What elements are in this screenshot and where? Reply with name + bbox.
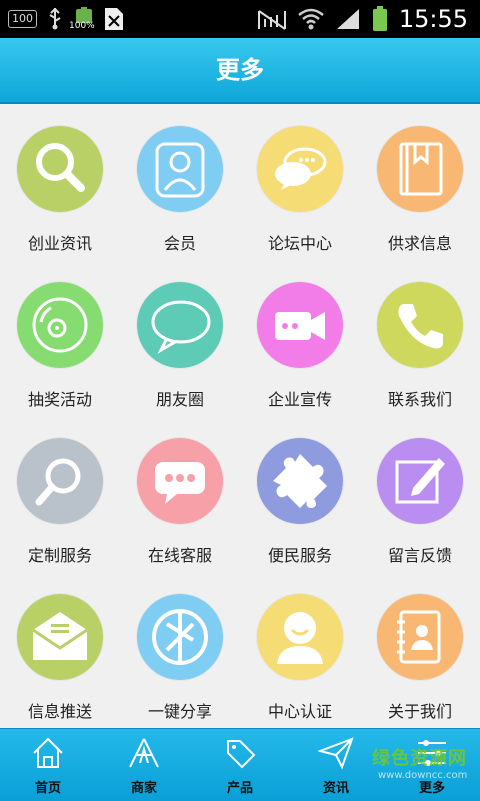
grid-item-circle: [257, 282, 343, 368]
sim-icon: [105, 8, 123, 30]
chat-icon: [275, 147, 327, 190]
puzzle-icon: [273, 454, 327, 508]
grid-item-startup-news[interactable]: 创业资讯: [0, 104, 120, 260]
grid-item-promotion[interactable]: 企业宣传: [240, 260, 360, 416]
grid-item-label: 信息推送: [27, 702, 92, 721]
grid-item-label: 会员: [163, 234, 196, 253]
grid-item-label: 定制服务: [27, 546, 92, 565]
grid-item-label: 留言反馈: [387, 546, 452, 565]
message-icon: [155, 462, 205, 504]
grid-item-feedback[interactable]: 留言反馈: [360, 416, 480, 572]
phone-icon: [398, 304, 443, 349]
envelope-icon: [32, 612, 88, 660]
status-left: 100 100%: [8, 6, 125, 32]
nav-label: 资讯: [322, 781, 349, 796]
contacts-icon: [397, 610, 441, 664]
grid-item-label: 创业资讯: [27, 234, 92, 253]
status-box-icon: 100: [8, 10, 37, 28]
grid-item-certification[interactable]: 中心认证: [240, 572, 360, 728]
grid-item-label: 关于我们: [387, 702, 452, 721]
search-icon: [36, 143, 85, 192]
paper-plane-icon: [318, 737, 354, 770]
disc-icon: [32, 297, 88, 353]
status-time: 15:55: [398, 5, 468, 33]
grid-item-label: 抽奖活动: [27, 390, 92, 409]
grid-item-online-support[interactable]: 在线客服: [120, 416, 240, 572]
grid-item-label: 在线客服: [147, 546, 212, 565]
grid-item-circle: [377, 126, 463, 212]
nav-label: 商家: [130, 781, 157, 796]
grid-item-lottery[interactable]: 抽奖活动: [0, 260, 120, 416]
user-icon: [155, 142, 205, 198]
grid-item-circle: [17, 126, 103, 212]
grid-item-circle: [17, 594, 103, 680]
grid-item-label: 企业宣传: [267, 390, 332, 409]
grid-item-label: 联系我们: [387, 390, 452, 409]
book-icon: [399, 142, 443, 196]
grid-item-circle: [377, 282, 463, 368]
person-icon: [277, 612, 323, 664]
grid-item-push[interactable]: 信息推送: [0, 572, 120, 728]
grid-item-custom-service[interactable]: 定制服务: [0, 416, 120, 572]
nav-label: 首页: [34, 781, 61, 796]
grid-item-label: 朋友圈: [155, 390, 204, 409]
video-camera-icon: [275, 312, 325, 340]
grid-item-circle: [257, 438, 343, 524]
status-right: 15:55: [257, 4, 468, 34]
nav-item-products[interactable]: 产品: [192, 729, 288, 801]
battery-small-label: 100%: [69, 21, 95, 31]
battery-small-icon: 100%: [69, 7, 95, 31]
nav-label: 产品: [226, 781, 253, 796]
title-bar: 更多: [0, 38, 480, 102]
signal-icon: [336, 9, 359, 29]
share-icon: [152, 609, 208, 665]
no-signal-icon: [257, 10, 286, 30]
grid-item-forum[interactable]: 论坛中心: [240, 104, 360, 260]
grid-item-supply-demand[interactable]: 供求信息: [360, 104, 480, 260]
wifi-icon: [298, 8, 324, 30]
nav-item-shop[interactable]: 商家: [96, 729, 192, 801]
grid-item-circle: [257, 126, 343, 212]
watermark-url: www.downcc.com: [378, 770, 468, 781]
grid-item-label: 便民服务: [267, 546, 332, 565]
page-title: 更多: [216, 56, 264, 84]
shop-icon: [129, 738, 159, 768]
grid-item-circle: [17, 282, 103, 368]
nav-item-news[interactable]: 资讯: [288, 729, 384, 801]
grid-item-moments[interactable]: 朋友圈: [120, 260, 240, 416]
grid-item-convenience[interactable]: 便民服务: [240, 416, 360, 572]
grid-item-label: 一键分享: [147, 702, 212, 721]
usb-icon: [49, 8, 61, 30]
grid-item-circle: [137, 126, 223, 212]
speech-bubble-icon: [151, 300, 211, 354]
nav-item-home[interactable]: 首页: [0, 729, 96, 801]
home-icon: [33, 737, 63, 768]
grid-item-about-us[interactable]: 关于我们: [360, 572, 480, 728]
grid-item-share[interactable]: 一键分享: [120, 572, 240, 728]
grid-item-circle: [137, 438, 223, 524]
battery-icon: [372, 6, 387, 31]
grid-item-circle: [377, 438, 463, 524]
grid-item-circle: [137, 282, 223, 368]
tag-icon: [227, 740, 256, 769]
magnifier-icon: [35, 458, 81, 506]
grid-item-contact-us[interactable]: 联系我们: [360, 260, 480, 416]
grid-item-circle: [257, 594, 343, 680]
grid-item-circle: [17, 438, 103, 524]
menu-grid: 创业资讯 会员 论坛中心 供求信息 抽奖活动 朋友圈 企业宣传 联系我们 定制服…: [0, 104, 480, 728]
grid-item-circle: [137, 594, 223, 680]
status-bar: 100 100% 15:55: [0, 0, 480, 38]
grid-item-label: 论坛中心: [267, 234, 332, 253]
grid-item-label: 中心认证: [267, 702, 332, 721]
grid-item-circle: [377, 594, 463, 680]
grid-item-member[interactable]: 会员: [120, 104, 240, 260]
grid-item-label: 供求信息: [387, 234, 452, 253]
edit-icon: [395, 458, 445, 504]
